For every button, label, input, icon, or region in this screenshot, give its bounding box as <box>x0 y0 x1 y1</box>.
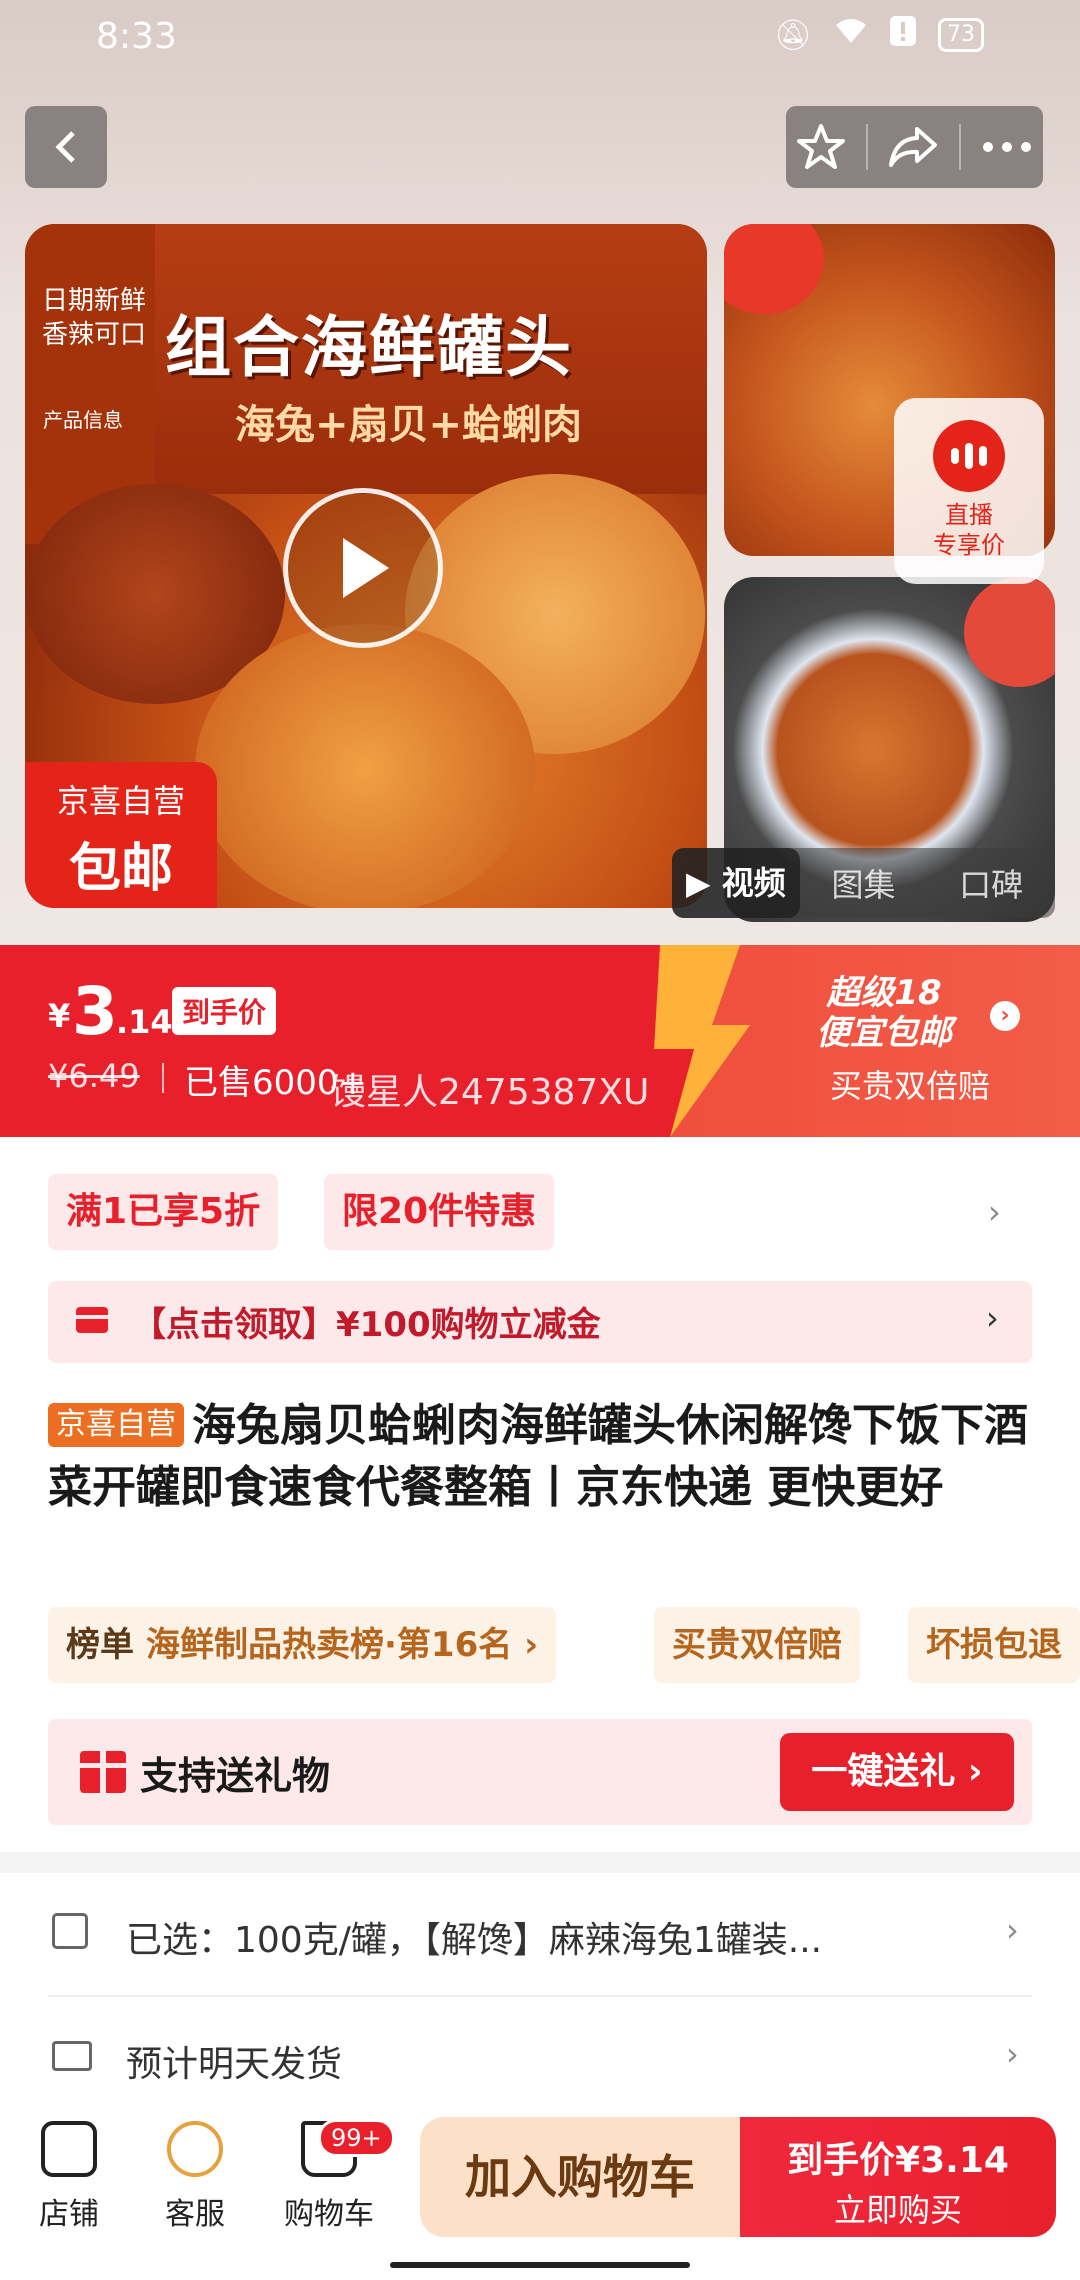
live-price-label: 专享价 <box>933 531 1005 559</box>
shop-icon <box>41 2121 97 2177</box>
divider <box>865 124 868 170</box>
image-subtitle: 海兔+扇贝+蛤蜊肉 <box>235 402 583 448</box>
buy-now-button[interactable]: 到手价¥3.14 立即购买 <box>740 2117 1056 2237</box>
shop-button[interactable]: 店铺 <box>14 2121 124 2233</box>
chevron-right-icon: › <box>1006 2035 1019 2073</box>
shop-label: 店铺 <box>39 2197 99 2232</box>
alert-icon <box>890 16 916 54</box>
image-title: 组合海鲜罐头 <box>165 309 573 386</box>
coupon-banner[interactable]: 【点击领取】¥100购物立减金 › <box>48 1281 1032 1363</box>
tab-gallery[interactable]: 图集 <box>800 860 928 906</box>
price-banner: ¥ 3 .14 到手价 ¥6.49 已售6000+ 馒星人2475387XU 超… <box>0 945 1080 1137</box>
price-currency: ¥ <box>48 997 71 1035</box>
divider <box>162 1063 164 1093</box>
status-icons: 🔕︎ 73 <box>774 16 984 54</box>
chevron-right-icon[interactable]: › <box>988 1193 1001 1231</box>
home-indicator[interactable] <box>390 2262 690 2268</box>
damage-return-tag[interactable]: 坏损包退 <box>908 1607 1080 1683</box>
promo-title-line1: 超级18 <box>826 973 942 1013</box>
product-title-text: 海兔扇贝蛤蜊肉海鲜罐头休闲解馋下饭下酒菜开罐即食速食代餐整箱丨京东快递 更快更好 <box>48 1400 1028 1513</box>
mute-icon: 🔕︎ <box>773 17 812 53</box>
ranking-tag[interactable]: 榜单 海鲜制品热卖榜·第16名 › <box>48 1607 557 1683</box>
promo-chip-limited[interactable]: 限20件特惠 <box>324 1174 555 1250</box>
gift-section: 支持送礼物 一键送礼 › <box>48 1719 1032 1825</box>
checklist-icon <box>52 1913 88 1949</box>
product-hero: 8:33 🔕︎ 73 日期新鲜香辣可口 产品信息 组合海鲜罐头 海兔+扇贝+蛤蜊… <box>0 0 1080 945</box>
free-ship-top: 京喜自营 <box>56 782 185 820</box>
main-product-image[interactable]: 日期新鲜香辣可口 产品信息 组合海鲜罐头 海兔+扇贝+蛤蜊肉 京喜自营 包邮 <box>25 224 707 908</box>
promo-title-line2: 便宜包邮 <box>816 1013 952 1053</box>
back-button[interactable] <box>25 106 107 188</box>
selection-row[interactable]: 已选：100克/罐，【解馋】麻辣海兔1罐装... › <box>0 1873 1080 1997</box>
final-price-tag: 到手价 <box>172 987 277 1035</box>
media-tabs: ▶ 视频 图集 口碑 <box>672 848 1055 918</box>
chevron-right-icon[interactable]: › <box>990 1001 1020 1031</box>
shipping-text: 预计明天发货 <box>126 2044 343 2085</box>
divider <box>959 124 962 170</box>
chevron-right-icon: › <box>986 1299 999 1337</box>
selection-text: 已选：100克/罐，【解馋】麻辣海兔1罐装... <box>126 1920 823 1961</box>
food-graphic <box>195 624 535 908</box>
promo-subtitle: 买贵双倍赔 <box>830 1067 991 1105</box>
live-badge[interactable]: 直播 专享价 <box>894 398 1044 584</box>
bottom-action-bar: 店铺 客服 购物车 99+ 加入购物车 到手价¥3.14 立即购买 <box>0 2093 1080 2280</box>
gift-text: 支持送礼物 <box>140 1754 331 1798</box>
chevron-left-icon <box>55 131 75 163</box>
live-label: 直播 <box>945 501 993 529</box>
ranking-value: 海鲜制品热卖榜·第16名 › <box>146 1625 539 1665</box>
share-icon[interactable] <box>887 125 939 169</box>
add-to-cart-button[interactable]: 加入购物车 <box>420 2117 740 2237</box>
truck-icon <box>52 2041 92 2071</box>
play-video-button[interactable] <box>283 488 443 648</box>
promo-title[interactable]: 超级18 便宜包邮 <box>816 973 952 1053</box>
cart-count-badge: 99+ <box>318 2119 395 2157</box>
tab-reviews[interactable]: 口碑 <box>927 860 1055 906</box>
tab-video[interactable]: ▶ 视频 <box>672 848 800 918</box>
service-label: 客服 <box>165 2197 225 2232</box>
price-integer: 3 <box>72 973 118 1050</box>
options-card: 已选：100克/罐，【解馋】麻辣海兔1罐装... › 预计明天发货 › <box>0 1873 1080 2113</box>
product-info-card: 满1已享5折 限20件特惠 › 【点击领取】¥100购物立减金 › 京喜自营 海兔… <box>0 1137 1080 1852</box>
coupon-text: 【点击领取】¥100购物立减金 <box>132 1305 601 1345</box>
chevron-right-icon: › <box>1006 1911 1019 1949</box>
box-side-text: 日期新鲜香辣可口 <box>41 286 146 350</box>
lightning-icon <box>640 945 750 1137</box>
price-decimal: .14 <box>116 1003 173 1041</box>
card-icon <box>76 1307 108 1333</box>
ranking-key: 榜单 <box>66 1625 134 1665</box>
price-guarantee-tag[interactable]: 买贵双倍赔 <box>654 1607 860 1683</box>
product-title: 京喜自营 海兔扇贝蛤蜊肉海鲜罐头休闲解馋下饭下酒菜开罐即食速食代餐整箱丨京东快递 … <box>48 1395 1038 1519</box>
buy-now-price: 到手价¥3.14 <box>787 2140 1009 2181</box>
box-side-small: 产品信息 <box>43 408 123 432</box>
user-watermark: 馒星人2475387XU <box>330 1072 650 1113</box>
original-price: ¥6.49 <box>48 1057 140 1095</box>
customer-service-button[interactable]: 客服 <box>140 2121 250 2233</box>
food-graphic <box>964 577 1055 687</box>
status-time: 8:33 <box>96 16 177 57</box>
battery-icon: 73 <box>938 18 984 52</box>
gift-icon <box>80 1751 126 1793</box>
free-shipping-badge: 京喜自营 包邮 <box>25 762 217 908</box>
send-gift-button[interactable]: 一键送礼 › <box>780 1733 1014 1811</box>
top-actions <box>786 106 1043 188</box>
wifi-icon <box>834 17 868 53</box>
cart-label: 购物车 <box>284 2197 374 2232</box>
buy-now-label: 立即购买 <box>833 2191 962 2229</box>
service-icon <box>167 2121 223 2177</box>
food-graphic <box>724 224 824 314</box>
free-ship-bottom: 包邮 <box>68 839 173 899</box>
self-operated-badge: 京喜自营 <box>48 1403 184 1447</box>
status-bar: 8:33 🔕︎ 73 <box>0 0 1080 76</box>
more-icon[interactable] <box>981 140 1033 154</box>
star-icon[interactable] <box>796 122 846 172</box>
play-icon <box>343 538 389 598</box>
live-icon <box>933 420 1005 492</box>
promo-chip-discount[interactable]: 满1已享5折 <box>48 1174 279 1250</box>
